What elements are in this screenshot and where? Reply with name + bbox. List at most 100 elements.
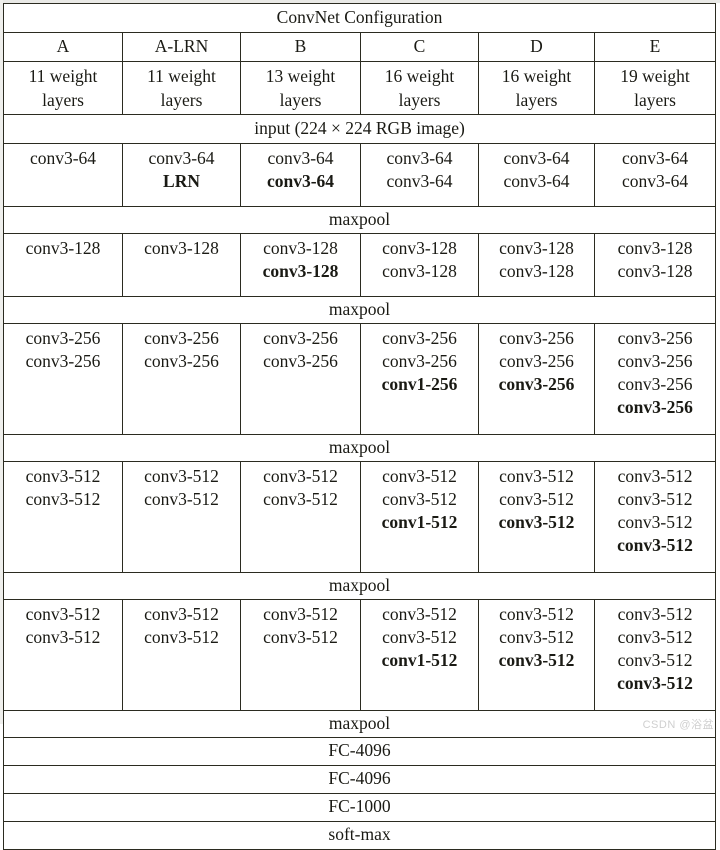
- fc-row-3: soft-max: [2, 821, 717, 850]
- desc-line: layers: [160, 90, 203, 110]
- conv-layer-label: conv3-64: [386, 171, 453, 191]
- conv-layer-label: conv3-256: [498, 374, 575, 394]
- conv-layer-label: conv3-512: [25, 627, 101, 647]
- conv-layer-label: conv3-64: [267, 148, 334, 168]
- conv-layer-label: conv1-512: [381, 650, 458, 670]
- conv-block-row-2: conv3-256 conv3-256 conv3-256 conv3-256 co…: [3, 323, 717, 435]
- conv-layer-label: conv3-512: [499, 466, 574, 486]
- page-canvas: ConvNet Configuration A A-LRN B C D E 11…: [0, 0, 720, 850]
- conv-layer-label: conv3-256: [499, 351, 574, 371]
- csdn-watermark: CSDN @浴盆: [642, 719, 714, 731]
- conv-cell-1-2: conv3-128 conv3-128: [240, 233, 361, 297]
- conv-cell-3-5: conv3-512 conv3-512 conv3-512 conv3-512: [593, 461, 717, 573]
- conv-layer-label: conv3-512: [382, 627, 457, 647]
- conv-cell-4-5: conv3-512 conv3-512 conv3-512 conv3-512: [593, 599, 717, 711]
- conv-layer-label: conv3-512: [499, 604, 574, 624]
- conv-layer-label: conv3-512: [144, 466, 219, 486]
- conv-cell-2-4: conv3-256 conv3-256 conv3-256: [478, 323, 595, 435]
- conv-layer-label: conv3-64: [29, 148, 97, 168]
- conv-layer-label: conv3-256: [263, 351, 338, 371]
- conv-layer-label: conv3-256: [382, 351, 457, 371]
- conv-layer-label: conv3-512: [499, 627, 574, 647]
- fc-label-4096-a: FC-4096: [2, 737, 717, 766]
- conv-layer-label: conv3-512: [382, 466, 457, 486]
- conv-cell-1-5: conv3-128 conv3-128: [593, 233, 717, 297]
- conv-layer-label: conv3-256: [617, 374, 693, 394]
- conv-layer-label: conv3-128: [617, 261, 693, 281]
- column-header-a-lrn: A-LRN: [122, 32, 241, 62]
- maxpool-label: maxpool: [2, 206, 717, 234]
- desc-line: layers: [515, 90, 558, 110]
- conv-layer-label: conv3-128: [382, 238, 457, 258]
- column-header-d: D: [478, 32, 595, 62]
- column-header-b: B: [240, 32, 361, 62]
- conv-cell-3-2: conv3-512 conv3-512: [240, 461, 361, 573]
- conv-layer-label: conv3-128: [499, 238, 574, 258]
- conv-layer-label: conv3-64: [621, 148, 689, 168]
- conv-cell-3-3: conv3-512 conv3-512 conv1-512: [360, 461, 479, 573]
- desc-line: 11 weight: [28, 66, 98, 86]
- column-description-c: 16 weight layers: [360, 61, 479, 115]
- desc-line: 13 weight: [265, 66, 336, 86]
- desc-line: 19 weight: [620, 66, 690, 86]
- column-header-e: E: [593, 32, 717, 62]
- conv-layer-label: conv3-512: [617, 466, 693, 486]
- conv-cell-1-4: conv3-128 conv3-128: [478, 233, 595, 297]
- conv-layer-label: conv3-128: [263, 238, 338, 258]
- desc-line: 16 weight: [384, 66, 455, 86]
- conv-layer-label: conv3-256: [617, 328, 693, 348]
- conv-cell-1-1: conv3-128: [122, 233, 241, 297]
- convnet-configuration-table-wrapper: ConvNet Configuration A A-LRN B C D E 11…: [2, 3, 717, 850]
- conv-cell-0-5: conv3-64 conv3-64: [593, 143, 717, 207]
- fc-label-1000: FC-1000: [2, 793, 717, 822]
- maxpool-label: maxpool: [2, 296, 717, 324]
- conv-layer-label: conv3-256: [25, 351, 101, 371]
- conv-layer-label: conv3-256: [144, 328, 219, 348]
- conv-block-row-3: conv3-512 conv3-512 conv3-512 conv3-512 co…: [3, 461, 717, 573]
- conv-layer-label: conv3-64: [621, 171, 689, 191]
- table-body: ConvNet Configuration A A-LRN B C D E 11…: [2, 3, 717, 850]
- fc-label-4096-b: FC-4096: [2, 765, 717, 794]
- maxpool-row-3: maxpool: [2, 434, 717, 462]
- desc-line: layers: [634, 90, 676, 110]
- conv-cell-2-0: conv3-256 conv3-256: [3, 323, 123, 435]
- convnet-configuration-table: ConvNet Configuration A A-LRN B C D E 11…: [2, 3, 717, 850]
- conv-layer-label: conv3-64: [266, 171, 335, 191]
- conv-cell-1-3: conv3-128 conv3-128: [360, 233, 479, 297]
- conv-cell-3-4: conv3-512 conv3-512 conv3-512: [478, 461, 595, 573]
- conv-layer-label: conv3-512: [617, 535, 693, 555]
- conv-layer-label: conv3-256: [617, 397, 693, 417]
- conv-layer-label: conv3-512: [144, 604, 219, 624]
- conv-layer-label: conv3-512: [25, 489, 101, 509]
- conv-block-row-0: conv3-64 conv3-64 LRN conv3-64 conv3-64 co…: [3, 143, 717, 207]
- conv-layer-label: conv3-256: [263, 328, 338, 348]
- column-header-a: A: [3, 32, 123, 62]
- conv-cell-4-3: conv3-512 conv3-512 conv1-512: [360, 599, 479, 711]
- conv-cell-2-1: conv3-256 conv3-256: [122, 323, 241, 435]
- conv-layer-label: conv3-512: [498, 512, 575, 532]
- conv-cell-2-5: conv3-256 conv3-256 conv3-256 conv3-256: [593, 323, 717, 435]
- conv-layer-label: conv3-128: [25, 238, 101, 258]
- conv-cell-2-3: conv3-256 conv3-256 conv1-256: [360, 323, 479, 435]
- conv-cell-0-0: conv3-64: [3, 143, 123, 207]
- conv-layer-label: conv3-512: [617, 627, 693, 647]
- conv-cell-4-2: conv3-512 conv3-512: [240, 599, 361, 711]
- maxpool-label: maxpool: [2, 710, 717, 738]
- fc-row-0: FC-4096: [2, 737, 717, 766]
- conv-layer-label: conv3-512: [382, 604, 457, 624]
- conv-layer-label: conv3-512: [263, 627, 338, 647]
- fc-row-2: FC-1000: [2, 793, 717, 822]
- fc-row-1: FC-4096: [2, 765, 717, 794]
- conv-cell-3-0: conv3-512 conv3-512: [3, 461, 123, 573]
- desc-line: 16 weight: [501, 66, 572, 86]
- conv-layer-label: conv3-128: [617, 238, 693, 258]
- conv-layer-label: conv3-512: [25, 466, 101, 486]
- conv-layer-label: conv3-512: [498, 650, 575, 670]
- column-description-a: 11 weight layers: [3, 61, 123, 115]
- table-title-row: ConvNet Configuration: [2, 3, 717, 33]
- conv-cell-4-4: conv3-512 conv3-512 conv3-512: [478, 599, 595, 711]
- conv-layer-label: conv3-512: [263, 466, 338, 486]
- conv-cell-0-3: conv3-64 conv3-64: [360, 143, 479, 207]
- conv-layer-label: conv3-128: [499, 261, 574, 281]
- conv-layer-label: conv3-64: [148, 148, 215, 168]
